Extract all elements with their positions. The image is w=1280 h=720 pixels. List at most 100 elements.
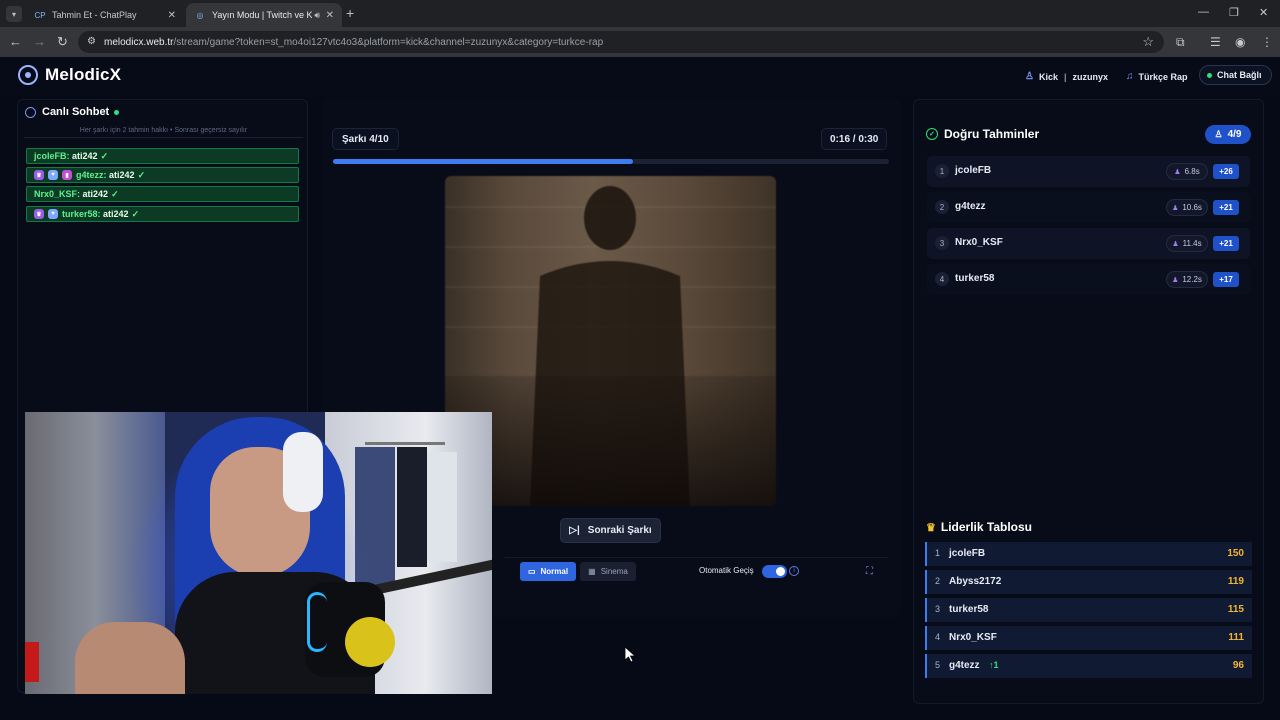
- guess-time: 11.4s: [1182, 239, 1202, 248]
- leader-rank: 1: [935, 548, 941, 558]
- melodicx-favicon-icon: ◎: [196, 10, 204, 20]
- url-path: /stream/game?token=st_mo4oi127vtc4o3&pla…: [173, 36, 604, 48]
- chatplay-favicon-icon: CP: [34, 10, 46, 20]
- media-controls-icon[interactable]: ☰: [1210, 35, 1221, 49]
- headset: [283, 432, 323, 512]
- channel-name: zuzunyx: [1072, 71, 1109, 82]
- next-song-button[interactable]: ▷| Sonraki Şarkı: [560, 518, 661, 543]
- correct-guesses-label: Doğru Tahminler: [944, 127, 1040, 141]
- leaderboard-row: 5 g4tezz ↑1 96: [925, 654, 1252, 678]
- leader-user: jcoleFB: [949, 548, 986, 559]
- profile-avatar-icon[interactable]: ◉: [1235, 35, 1245, 49]
- auto-advance-label: Otomatik Geçiş: [699, 566, 754, 575]
- streamer-arm: [75, 622, 185, 694]
- platform-channel-chip: ♙ Kick | zuzunyx: [1025, 67, 1108, 86]
- red-object: [25, 642, 39, 682]
- chat-user: g4tezz:: [76, 170, 107, 180]
- guess-row: 3 Nrx0_KSF ♟ 11.4s +21: [927, 228, 1250, 259]
- headphones-logo-icon: [18, 65, 38, 85]
- reload-icon[interactable]: ↻: [57, 34, 68, 50]
- music-note-icon: ♫: [1126, 71, 1134, 82]
- app-header: MelodicX ♙ Kick | zuzunyx ♫ Türkçe Rap C…: [0, 57, 1280, 95]
- close-tab-icon[interactable]: ✕: [326, 10, 334, 21]
- address-bar[interactable]: ⚙︎ melodicx.web.tr/stream/game?token=st_…: [78, 31, 1164, 53]
- guess-points: +26: [1213, 164, 1239, 179]
- guess-time-pill: ♟ 6.8s: [1166, 163, 1208, 180]
- hanging-clothes: [427, 452, 457, 562]
- connected-dot-icon: [1207, 73, 1212, 78]
- close-window-icon[interactable]: ✕: [1259, 6, 1268, 19]
- category-chip: ♫ Türkçe Rap: [1126, 67, 1188, 86]
- users-icon: ♙: [1214, 129, 1223, 139]
- browser-tab-chatplay[interactable]: CP Tahmin Et - ChatPlay ✕: [26, 3, 184, 27]
- back-icon[interactable]: ←: [9, 34, 22, 49]
- guess-user: g4tezz: [955, 201, 986, 212]
- forward-icon[interactable]: →: [33, 34, 46, 49]
- check-circle-icon: ✓: [926, 128, 938, 140]
- info-icon[interactable]: i: [789, 566, 799, 576]
- mode-cinema-button[interactable]: ▦ Sinema: [580, 562, 636, 581]
- rank-change-indicator: ↑1: [989, 660, 999, 670]
- close-tab-icon[interactable]: ✕: [168, 10, 176, 21]
- chat-bubble-icon: [25, 106, 36, 118]
- user-icon: ♟: [1172, 240, 1179, 248]
- extensions-icon[interactable]: ⧉: [1176, 35, 1185, 50]
- separator: |: [1063, 71, 1067, 82]
- mode-normal-button[interactable]: ▭ Normal: [520, 562, 576, 581]
- guess-rank: 3: [935, 236, 949, 250]
- user-icon: ♙: [1025, 71, 1034, 82]
- guess-row: 1 jcoleFB ♟ 6.8s +26: [927, 156, 1250, 187]
- mode-normal-label: Normal: [540, 567, 569, 576]
- chat-text: ati242: [109, 170, 135, 180]
- chat-title-label: Canlı Sohbet: [42, 106, 110, 118]
- crown-icon: ♛: [926, 521, 936, 534]
- leaderboard-row: 4 Nrx0_KSF 111: [925, 626, 1252, 650]
- url-host: melodicx.web.tr: [104, 36, 174, 48]
- fullscreen-icon[interactable]: ⛶: [866, 566, 873, 577]
- minimize-window-icon[interactable]: —: [1198, 6, 1209, 18]
- chat-title: Canlı Sohbet: [25, 106, 120, 118]
- monitor-icon: ▭: [527, 567, 536, 576]
- leader-score: 96: [1232, 660, 1244, 671]
- guess-time-pill: ♟ 11.4s: [1166, 235, 1208, 252]
- clothes-rack: [365, 442, 445, 445]
- user-icon: ♟: [1172, 204, 1179, 212]
- tab-search-button[interactable]: ▾: [6, 6, 22, 22]
- auto-advance-toggle[interactable]: [762, 565, 787, 578]
- chat-user: turker58:: [62, 209, 101, 219]
- browser-toolbar: ← → ↻ ⚙︎ melodicx.web.tr/stream/game?tok…: [0, 27, 1280, 57]
- film-icon: ▦: [588, 567, 596, 576]
- audio-playing-icon[interactable]: 🔊︎: [314, 10, 320, 21]
- guess-count-badge: ♙ 4/9: [1205, 125, 1251, 144]
- gift-badge-icon: ▮: [62, 170, 72, 180]
- leaderboard-row: 2 Abyss2172 119: [925, 570, 1252, 594]
- guess-points: +17: [1213, 272, 1239, 287]
- skip-forward-icon: ▷|: [569, 525, 580, 536]
- browser-tab-stream-mode[interactable]: ◎ Yayın Modu | Twitch ve Kick 🔊︎ ✕: [186, 3, 342, 27]
- guess-time: 10.6s: [1182, 203, 1202, 212]
- heart-badge-icon: ♥: [48, 209, 58, 219]
- bookmark-star-icon[interactable]: ☆: [1142, 34, 1154, 50]
- chat-text: ati242: [72, 151, 98, 161]
- hanging-clothes: [397, 447, 427, 567]
- chat-text: ati242: [82, 189, 109, 199]
- leader-rank: 4: [935, 632, 941, 642]
- leader-rank: 2: [935, 576, 941, 586]
- new-tab-button[interactable]: +: [346, 5, 354, 21]
- song-counter: Şarkı 4/10: [332, 128, 399, 150]
- leader-user: g4tezz: [949, 660, 980, 671]
- guess-points: +21: [1213, 236, 1239, 251]
- mode-cinema-label: Sinema: [600, 567, 628, 576]
- correct-guesses-title: ✓ Doğru Tahminler: [926, 127, 1039, 141]
- webcam-overlay: [25, 412, 492, 694]
- site-info-icon[interactable]: ⚙︎: [87, 36, 96, 47]
- song-progress-fill: [333, 159, 634, 164]
- guess-row: 2 g4tezz ♟ 10.6s +21: [927, 192, 1250, 223]
- guess-rank: 1: [935, 164, 949, 178]
- chat-hint: Her şarkı için 2 tahmin hakkı • Sonrası …: [24, 124, 303, 138]
- browser-menu-icon[interactable]: ⋮: [1261, 35, 1273, 49]
- leader-score: 119: [1227, 576, 1244, 587]
- restore-window-icon[interactable]: ❐: [1229, 6, 1239, 19]
- leader-user: Nrx0_KSF: [949, 632, 997, 643]
- chat-text: ati242: [103, 209, 129, 219]
